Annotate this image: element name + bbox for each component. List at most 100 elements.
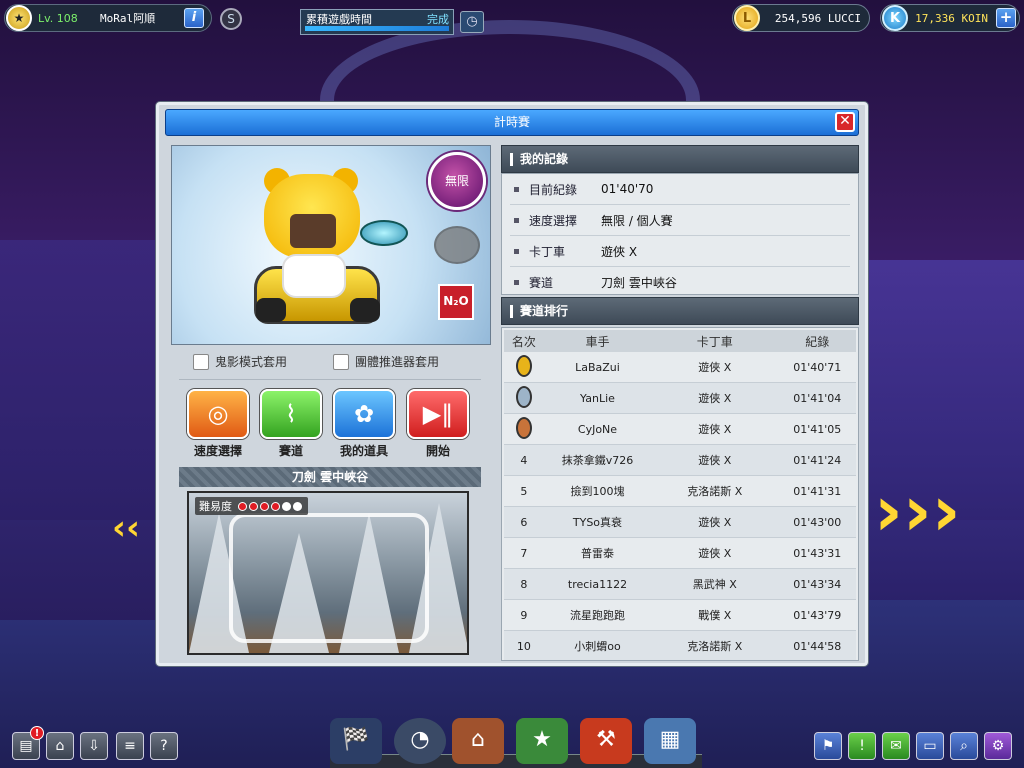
rank-cell: 10 (516, 639, 531, 653)
info-button[interactable]: i (184, 8, 204, 28)
column-kart: 卡丁車 (696, 334, 733, 349)
difficulty-indicator: 難易度 (195, 497, 308, 515)
column-time: 紀錄 (805, 334, 830, 349)
kart-cell: 遊俠 X (698, 454, 732, 467)
difficulty-dot (260, 501, 269, 511)
team-booster-checkbox[interactable] (333, 353, 349, 370)
quest-tracker[interactable]: 累積遊戲時間 完成 (300, 9, 454, 35)
home-icon[interactable]: ⌂ (46, 732, 74, 760)
table-row[interactable]: 4 抹茶拿鐵v726 遊俠 X 01'41'24 (504, 445, 856, 476)
my-items-action[interactable]: ✿ 我的道具 (333, 389, 395, 459)
difficulty-dot (271, 501, 280, 511)
rank-cell: 4 (520, 453, 528, 467)
chevron-left-icon: ‹‹ (112, 508, 141, 548)
record-value: 遊俠 X (601, 244, 638, 259)
ranking-header: 賽道排行 (501, 297, 859, 325)
notes-icon[interactable]: ≡ (116, 732, 144, 760)
start-action[interactable]: ▶‖ 開始 (407, 389, 469, 459)
close-button[interactable]: ✕ (835, 112, 855, 132)
record-key: 目前紀錄 (529, 182, 578, 197)
track-action[interactable]: ⌇ 賽道 (260, 389, 322, 459)
alert-icon[interactable]: ! (848, 732, 876, 760)
add-koin-button[interactable]: + (996, 8, 1016, 28)
table-row[interactable]: LaBaZui 遊俠 X 01'40'71 (504, 352, 856, 383)
speed-select-label: 速度選擇 (193, 444, 242, 458)
speed-select-action[interactable]: ◎ 速度選擇 (187, 389, 249, 459)
bullet-icon (514, 186, 519, 192)
record-row: 目前紀錄 01'40'70 (510, 174, 850, 205)
flag-icon[interactable]: ⚑ (814, 732, 842, 760)
rank-cell: 7 (520, 546, 528, 560)
chat-icon[interactable]: ✉ (882, 732, 910, 760)
table-row[interactable]: 8 trecia1122 黑武神 X 01'43'34 (504, 569, 856, 600)
difficulty-dot (293, 501, 302, 511)
driver-cell: 抹茶拿鐵v726 (561, 454, 634, 467)
speed-mode-badge[interactable]: 無限 (428, 152, 486, 210)
table-row[interactable]: 9 流星跑跑跑 戰僕 X 01'43'79 (504, 600, 856, 631)
table-row[interactable]: 7 普雷泰 遊俠 X 01'43'31 (504, 538, 856, 569)
flying-disc-item (360, 220, 408, 246)
club-building-icon[interactable]: ▦ (644, 718, 696, 764)
koin-balance: K 17,336 KOIN + (880, 4, 1020, 32)
track-name: 刀劍 雲中峽谷 (179, 467, 481, 487)
toolbox-icon[interactable]: ⚒ (580, 718, 632, 764)
rank-cell (504, 354, 544, 380)
table-row[interactable]: 6 TYSo真衰 遊俠 X 01'43'00 (504, 507, 856, 538)
driver-cell: TYSo真衰 (572, 516, 623, 529)
table-row[interactable]: CyJoNe 遊俠 X 01'41'05 (504, 414, 856, 445)
table-row[interactable]: 5 撿到100塊 克洛諾斯 X 01'41'31 (504, 476, 856, 507)
bullet-icon (514, 280, 519, 285)
time-cell: 01'41'24 (793, 453, 842, 467)
ranking-table: 名次 車手 卡丁車 紀錄 LaBaZui 遊俠 X 01'40'71 YanLie 遊俠… (501, 327, 859, 661)
ghost-mode-option[interactable]: 鬼影模式套用 (193, 353, 287, 370)
team-booster-option[interactable]: 團體推進器套用 (333, 353, 439, 370)
speedometer-menu-icon[interactable]: ◔ (394, 718, 446, 764)
download-icon[interactable]: ⇩ (80, 732, 108, 760)
race-kart-icon[interactable]: 🏁 (330, 718, 382, 764)
rank-cell: 9 (520, 608, 528, 622)
time-cell: 01'43'31 (793, 546, 842, 560)
item-bag-icon[interactable]: ✿ (333, 389, 395, 439)
table-row[interactable]: YanLie 遊俠 X 01'41'04 (504, 383, 856, 414)
record-value: 無限 / 個人賽 (601, 213, 673, 228)
divider (179, 379, 481, 380)
driver-cell: 撿到100塊 (570, 485, 625, 498)
kart-cell: 戰僕 X (698, 609, 732, 622)
gear-icon[interactable]: ⚙ (984, 732, 1012, 760)
background-city-left (0, 240, 160, 620)
track-map-icon[interactable]: ⌇ (260, 389, 322, 439)
record-key: 卡丁車 (529, 244, 566, 259)
pet-bear-icon[interactable] (434, 226, 480, 264)
search-icon[interactable]: ⌕ (950, 732, 978, 760)
time-cell: 01'43'00 (793, 515, 842, 529)
lucci-balance: L 254,596 LUCCI (732, 4, 870, 32)
record-row: 卡丁車 遊俠 X (510, 236, 850, 267)
kart-wheel-right (350, 298, 380, 322)
driver-cell: YanLie (580, 391, 615, 405)
n2o-booster-icon[interactable]: N₂O (438, 284, 474, 320)
track-preview-image[interactable]: 難易度 (187, 491, 469, 655)
help-icon[interactable]: ? (150, 732, 178, 760)
player-info-bar: ★ Lv. 108 MoRal阿順 i (4, 4, 212, 32)
level-medal-icon: ★ (6, 5, 32, 31)
driver-cell: 普雷泰 (580, 547, 614, 560)
gold-medal-icon (515, 354, 532, 377)
kart-cell: 遊俠 X (698, 361, 732, 374)
record-value: 01'40'70 (601, 182, 654, 196)
difficulty-dots (236, 501, 302, 511)
clock-icon[interactable]: ◷ (460, 11, 484, 33)
garage-icon[interactable]: ⌂ (452, 718, 504, 764)
s-badge-icon[interactable]: S (220, 8, 242, 30)
shop-icon[interactable]: ★ (516, 718, 568, 764)
bullet-icon (514, 248, 519, 254)
speedometer-icon[interactable]: ◎ (187, 389, 249, 439)
kart-cell: 克洛諾斯 X (687, 640, 743, 653)
play-pause-icon[interactable]: ▶‖ (407, 389, 469, 439)
difficulty-dot (238, 501, 247, 511)
dialog-title: 計時賽 (493, 115, 530, 129)
team-booster-label: 團體推進器套用 (355, 355, 440, 369)
column-driver: 車手 (585, 334, 610, 349)
mailbox-icon[interactable]: ▭ (916, 732, 944, 760)
table-row[interactable]: 10 小刺蝟oo 克洛諾斯 X 01'44'58 (504, 631, 856, 660)
ghost-mode-checkbox[interactable] (193, 353, 209, 370)
